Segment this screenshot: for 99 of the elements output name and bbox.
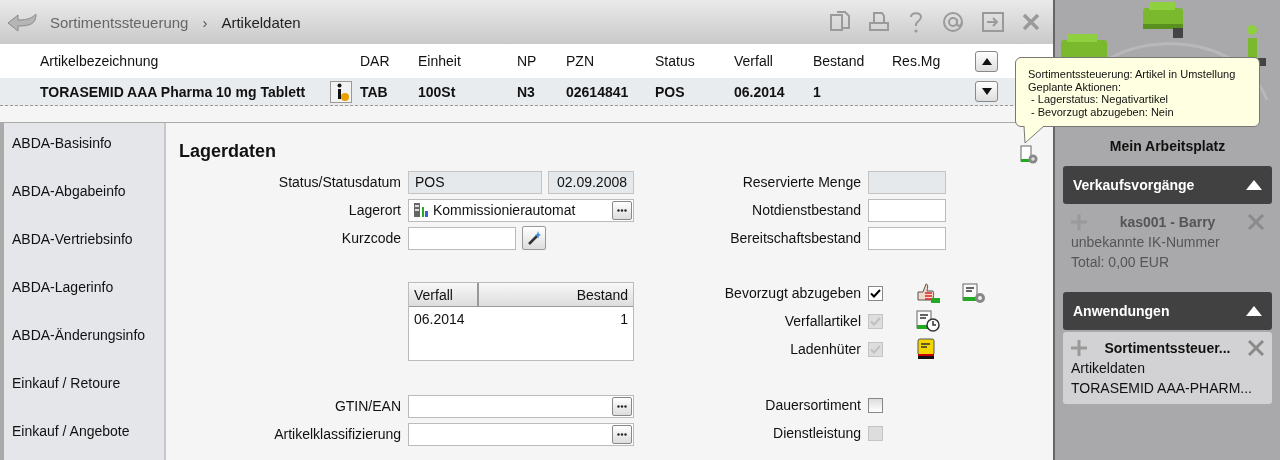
print-icon[interactable]	[867, 10, 891, 34]
thumbs-up-icon	[915, 282, 941, 304]
column-header: Einheit	[418, 53, 462, 69]
sidebar-item[interactable]: ABDA-Änderungsinfo	[4, 327, 164, 375]
sidebar-item[interactable]: ABDA-Vertriebsinfo	[4, 231, 164, 279]
tooltip-line: - Bevorzugt abzugeben: Nein	[1030, 105, 1175, 118]
tooltip-line: Geplante Aktionen:	[1028, 80, 1122, 93]
column-header: NP	[517, 53, 538, 69]
magic-wand-button[interactable]	[522, 226, 546, 250]
document-gear-icon[interactable]	[1019, 145, 1039, 165]
table-cell-text: 1	[813, 83, 822, 100]
storage-box-icon	[915, 337, 937, 361]
field-label: GTIN/EAN	[333, 398, 402, 414]
at-sign-icon[interactable]	[941, 10, 965, 34]
workplace-title: Mein Arbeitsplatz	[1108, 138, 1227, 154]
shelf-icon	[413, 202, 429, 218]
lookup-field[interactable]	[408, 422, 634, 446]
field-label: Dienstleistung	[772, 425, 862, 441]
field-label: Lagerort	[347, 202, 402, 218]
column-header: Status	[655, 53, 696, 69]
table-cell-text: 02614841	[566, 83, 630, 100]
sidebar-item[interactable]: ABDA-Lagerinfo	[4, 279, 164, 327]
sidebar-item[interactable]: Einkauf / Angebote	[4, 423, 164, 460]
quantity-field[interactable]	[868, 198, 946, 222]
column-header: Res.Mg	[892, 53, 942, 69]
field-label: Kurzcode	[340, 230, 402, 246]
browse-button[interactable]	[612, 424, 632, 444]
column-header: Verfall	[734, 53, 774, 69]
column-header: DAR	[360, 53, 391, 69]
scroll-up-button[interactable]	[975, 50, 998, 72]
status-field: POS	[408, 170, 542, 194]
session-detail: Artikeldaten	[1071, 359, 1146, 378]
table-cell-text: 100St	[418, 83, 457, 100]
field-label: Ladenhüter	[789, 341, 862, 357]
field-label: Notdienstbestand	[751, 202, 862, 218]
table-cell-text: 06.2014	[734, 83, 786, 100]
session-title: Sortimentssteuer...	[1103, 339, 1232, 358]
field-label: Verfallartikel	[783, 313, 862, 329]
ellipsis-icon	[617, 432, 627, 436]
status-date-field: 02.09.2008	[548, 170, 634, 194]
table-cell-text: 1	[619, 311, 628, 327]
column-header[interactable]: Bestand	[479, 283, 633, 306]
field-value: Kommissionierautomat	[433, 202, 577, 218]
info-icon[interactable]	[330, 80, 352, 103]
session-title: kas001 - Barry	[1118, 213, 1217, 232]
checkmark-icon	[870, 288, 881, 298]
checkbox[interactable]	[868, 285, 883, 301]
tooltip-line: - Lagerstatus: Negativartikel	[1030, 93, 1169, 106]
section-title: Lagerdaten	[179, 141, 277, 162]
browse-button[interactable]	[612, 396, 632, 416]
checkbox[interactable]	[868, 397, 883, 413]
tooltip-line: Sortimentssteuerung: Artikel in Umstellung	[1028, 68, 1237, 81]
sidebar-item[interactable]: Einkauf / Retoure	[4, 375, 164, 423]
sidebar-item[interactable]: ABDA-Abgabeinfo	[4, 183, 164, 231]
browse-button[interactable]	[612, 200, 632, 220]
session-detail: TORASEMID AAA-PHARM...	[1071, 379, 1253, 398]
section-header[interactable]: Anwendungen	[1063, 292, 1272, 330]
table-cell-text: POS	[655, 83, 686, 100]
ellipsis-icon	[617, 404, 627, 408]
session-detail: unbekannte IK-Nummer	[1071, 233, 1221, 252]
table-cell-text: 06.2014	[414, 311, 466, 327]
section-header[interactable]: Verkaufsvorgänge	[1063, 166, 1272, 204]
table-cell-text: TORASEMID AAA Pharma 10 mg Tablett	[39, 83, 307, 100]
scroll-down-button[interactable]	[975, 81, 998, 102]
field-label: Bevorzugt abzugeben	[723, 285, 862, 301]
plus-icon[interactable]	[1071, 340, 1087, 356]
ellipsis-icon	[617, 208, 627, 212]
breadcrumb-item: Artikeldaten	[221, 13, 301, 31]
column-header: Bestand	[813, 53, 866, 69]
table-cell-text: N3	[517, 83, 536, 100]
column-header: PZN	[566, 53, 595, 69]
exit-icon[interactable]	[981, 10, 1005, 34]
close-icon[interactable]	[1248, 214, 1264, 230]
breadcrumb-item[interactable]: Sortimentssteuerung	[50, 13, 189, 31]
session-detail: Total: 0,00 EUR	[1071, 253, 1171, 272]
breadcrumb-separator: ›	[202, 13, 208, 31]
column-header: Artikelbezeichnung	[39, 53, 160, 69]
document-clock-icon	[915, 309, 941, 333]
copy-icon[interactable]	[829, 10, 851, 34]
field-label: Artikelklassifizierung	[273, 426, 402, 442]
close-icon[interactable]	[1248, 340, 1264, 356]
field-label: Status/Statusdatum	[277, 174, 402, 190]
short-code-field[interactable]	[408, 226, 516, 250]
field-label: Reservierte Menge	[741, 174, 862, 190]
close-icon[interactable]	[1021, 12, 1041, 32]
help-icon[interactable]	[907, 10, 925, 34]
document-gear-icon	[961, 282, 987, 304]
field-label: Dauersortiment	[764, 397, 862, 413]
column-header[interactable]: Verfall	[409, 283, 479, 306]
session-card[interactable]: Sortimentssteuer... Artikeldaten TORASEMID AAA-PHARM...	[1063, 332, 1272, 404]
table-cell-text: TAB	[360, 83, 389, 100]
storage-location-field[interactable]: Kommissionierautomat	[408, 198, 634, 222]
lookup-field[interactable]	[408, 394, 634, 418]
wand-icon	[526, 230, 542, 246]
down-triangle-icon	[981, 88, 992, 95]
field-label: Bereitschaftsbestand	[729, 230, 862, 246]
quantity-field[interactable]	[868, 226, 946, 250]
sidebar-item[interactable]: ABDA-Basisinfo	[4, 135, 164, 183]
up-triangle-icon	[981, 57, 992, 65]
